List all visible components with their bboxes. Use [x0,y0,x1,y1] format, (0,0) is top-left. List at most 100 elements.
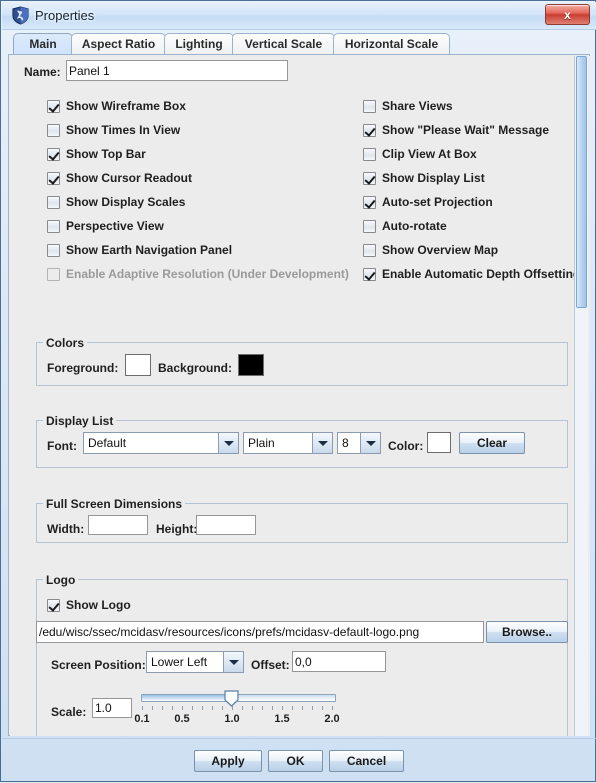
tab-panel-main: Name: Panel 1 Show Wireframe Box Show Ti… [8,54,590,736]
checkbox-show-please-wait-message[interactable] [363,124,376,137]
checkbox-enable-adaptive-resolution [47,268,60,281]
font-family-combo[interactable]: Default [83,432,239,454]
scale-slider-thumb[interactable] [224,690,239,707]
clear-button[interactable]: Clear [459,432,525,454]
font-style-combo[interactable]: Plain [243,432,333,454]
font-family-arrow-box[interactable] [218,433,238,453]
font-size-combo[interactable]: 8 [337,432,381,454]
settings-scrollbar[interactable] [574,56,588,736]
font-style-arrow-box[interactable] [312,433,332,453]
scale-slider-fill [142,695,232,701]
tab-strip: Main Aspect Ratio Lighting Vertical Scal… [8,33,590,55]
name-input-value: Panel 1 [69,63,110,78]
checkbox-show-times-in-view[interactable] [47,124,60,137]
scale-value: 1.0 [95,701,112,715]
screen-position-combo[interactable]: Lower Left [146,651,244,673]
checkbox-show-overview-map[interactable] [363,244,376,257]
checkbox-label-show-overview-map: Show Overview Map [382,243,499,257]
mcidasv-logo-icon [12,6,29,25]
checkbox-label-show-logo: Show Logo [66,598,131,612]
checkbox-label-perspective-view: Perspective View [66,219,164,233]
checkbox-label-show-display-scales: Show Display Scales [66,195,186,209]
tab-vertical-scale[interactable]: Vertical Scale [232,33,335,55]
checkbox-perspective-view[interactable] [47,220,60,233]
checkbox-label-share-views: Share Views [382,99,453,113]
logo-group-title: Logo [43,573,79,587]
checkbox-show-wireframe-box[interactable] [47,100,60,113]
font-size-value: 8 [342,436,349,450]
checkbox-clip-view-at-box[interactable] [363,148,376,161]
font-size-arrow-box[interactable] [360,433,380,453]
foreground-color-swatch[interactable] [125,354,151,376]
checkbox-show-display-scales[interactable] [47,196,60,209]
scale-tick-label-2: 1.0 [224,713,240,725]
display-list-color-swatch[interactable] [427,432,451,453]
apply-button[interactable]: Apply [194,750,262,772]
checkbox-label-show-cursor-readout: Show Cursor Readout [66,171,193,185]
fullscreen-height-input[interactable] [196,515,256,535]
settings-scroll-viewport: Name: Panel 1 Show Wireframe Box Show Ti… [10,56,590,736]
name-input[interactable]: Panel 1 [66,60,288,81]
scale-input[interactable]: 1.0 [92,698,132,718]
checkbox-label-show-earth-navigation-panel: Show Earth Navigation Panel [66,243,233,257]
fullscreen-width-input[interactable] [88,515,148,535]
offset-label: Offset: [251,658,290,672]
fullscreen-height-label: Height: [156,522,198,536]
checkbox-label-show-please-wait-message: Show "Please Wait" Message [382,123,549,137]
tab-vertical-scale-label: Vertical Scale [244,37,323,51]
checkbox-label-show-display-list: Show Display List [382,171,485,185]
dialog-button-bar: Apply OK Cancel [2,738,596,783]
screen-position-label: Screen Position: [51,658,146,672]
checkbox-share-views[interactable] [363,100,376,113]
properties-window: Properties x Main Aspect Ratio Lighting … [0,0,596,782]
window-titlebar: Properties x [2,2,596,30]
checkbox-auto-set-projection[interactable] [363,196,376,209]
checkbox-show-top-bar[interactable] [47,148,60,161]
font-label: Font: [47,439,77,453]
colors-group-title: Colors [43,336,88,350]
fullscreen-dimensions-group-title: Full Screen Dimensions [43,497,186,511]
screen-position-arrow-box[interactable] [223,652,243,672]
scale-label: Scale: [51,705,87,719]
scale-tick-label-1: 0.5 [174,713,190,725]
checkbox-show-cursor-readout[interactable] [47,172,60,185]
background-color-swatch[interactable] [238,354,264,376]
chevron-down-icon [224,441,234,446]
tab-lighting-label: Lighting [175,37,223,51]
offset-value: 0,0 [295,654,312,669]
tab-lighting[interactable]: Lighting [164,33,234,55]
checkbox-show-logo[interactable] [47,599,60,612]
tab-horizontal-scale-label: Horizontal Scale [344,37,439,51]
scale-tick-label-4: 2.0 [324,713,340,725]
tab-horizontal-scale[interactable]: Horizontal Scale [333,33,450,55]
browse-button[interactable]: Browse.. [486,621,568,643]
font-family-value: Default [88,436,127,450]
close-button[interactable]: x [545,4,590,25]
dialog-content: Main Aspect Ratio Lighting Vertical Scal… [8,33,590,736]
chevron-down-icon [229,660,239,665]
chevron-down-icon [366,441,376,446]
font-style-value: Plain [248,436,275,450]
tab-main-label: Main [29,37,57,51]
checkbox-show-display-list[interactable] [363,172,376,185]
ok-button[interactable]: OK [268,750,323,772]
checkbox-auto-rotate[interactable] [363,220,376,233]
checkbox-label-show-wireframe-box: Show Wireframe Box [66,99,186,113]
cancel-button[interactable]: Cancel [329,750,404,772]
chevron-down-icon [318,441,328,446]
checkbox-label-clip-view-at-box: Clip View At Box [382,147,477,161]
display-list-group-title: Display List [43,414,117,428]
checkbox-enable-automatic-depth-offsetting[interactable] [363,268,376,281]
checkbox-show-earth-navigation-panel[interactable] [47,244,60,257]
offset-input[interactable]: 0,0 [292,651,386,672]
settings-scrollbar-thumb[interactable] [576,56,587,308]
checkbox-label-enable-adaptive-resolution: Enable Adaptive Resolution (Under Develo… [66,267,349,281]
scale-tick-label-0: 0.1 [134,713,150,725]
name-label: Name: [24,65,61,79]
screen-position-value: Lower Left [151,655,208,669]
checkbox-label-auto-set-projection: Auto-set Projection [382,195,493,209]
tab-aspect-ratio[interactable]: Aspect Ratio [71,33,166,55]
fullscreen-width-label: Width: [47,522,85,536]
logo-path-input[interactable]: /edu/wisc/ssec/mcidasv/resources/icons/p… [36,621,484,643]
tab-main[interactable]: Main [13,33,73,55]
